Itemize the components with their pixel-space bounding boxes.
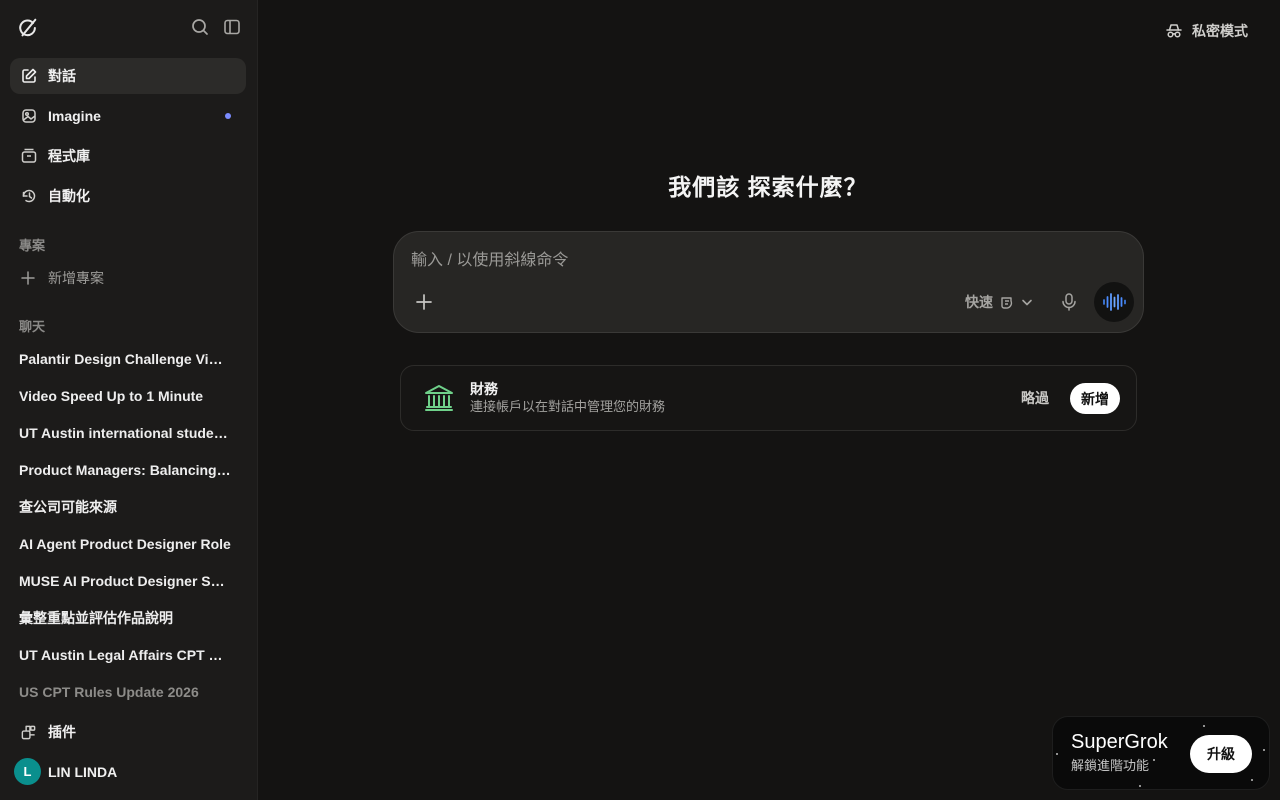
- prompt-input[interactable]: [411, 249, 1111, 273]
- nav-item-label: Imagine: [48, 108, 101, 124]
- chat-composer: 快速: [393, 231, 1144, 333]
- microphone-button[interactable]: [1060, 292, 1078, 312]
- decorative-star: [1263, 749, 1265, 751]
- chat-history-item[interactable]: Video Speed Up to 1 Minute: [10, 381, 246, 411]
- supergrok-subtitle: 解鎖進階功能: [1071, 758, 1150, 773]
- library-icon: [20, 147, 38, 165]
- incognito-icon: [1164, 21, 1184, 41]
- chevron-down-icon: [1020, 295, 1034, 309]
- upgrade-button[interactable]: 升級: [1190, 735, 1252, 773]
- chat-history-item[interactable]: 彙整重點並評估作品說明: [10, 603, 246, 633]
- image-icon: [20, 107, 38, 125]
- sidebar: 對話 Imagine 程式庫 自動化 專案 新增專案 聊天 Palantir D…: [0, 0, 258, 800]
- finance-card-description: 連接帳戶以在對話中管理您的財務: [470, 399, 666, 414]
- chat-history-item[interactable]: US CPT Rules Update 2026: [10, 677, 246, 707]
- bank-icon: [423, 382, 455, 414]
- supergrok-title: SuperGrok: [1071, 731, 1168, 753]
- add-account-button[interactable]: 新增: [1070, 383, 1120, 414]
- attach-button[interactable]: [413, 291, 435, 313]
- new-project-button[interactable]: 新增專案: [10, 265, 246, 291]
- nav-item-label: 程式庫: [48, 148, 90, 164]
- plugins-button[interactable]: 插件: [10, 719, 246, 745]
- supergrok-promo[interactable]: SuperGrok 解鎖進階功能 升級: [1052, 716, 1270, 790]
- private-mode-button[interactable]: 私密模式: [1164, 20, 1248, 42]
- chat-history-item[interactable]: AI Agent Product Designer Role: [10, 529, 246, 559]
- plus-icon: [20, 270, 36, 286]
- edit-icon: [20, 67, 38, 85]
- user-profile-button[interactable]: L LIN LINDA: [10, 757, 246, 787]
- decorative-star: [1251, 779, 1253, 781]
- new-badge-dot: [225, 113, 231, 119]
- decorative-star: [1056, 753, 1058, 755]
- private-mode-label: 私密模式: [1192, 23, 1248, 39]
- plugins-icon: [20, 724, 37, 741]
- fast-mode-icon: [999, 294, 1016, 311]
- chat-title: 查公司可能來源: [19, 499, 117, 515]
- page-headline: 我們該 探索什麼？: [668, 174, 868, 200]
- finance-connect-card: 財務 連接帳戶以在對話中管理您的財務 略過 新增: [400, 365, 1137, 431]
- nav-item-label: 自動化: [48, 188, 90, 204]
- chat-history-item[interactable]: 查公司可能來源: [10, 492, 246, 522]
- chat-title: Video Speed Up to 1 Minute: [19, 388, 204, 404]
- voice-mode-button[interactable]: [1094, 282, 1134, 322]
- model-mode-label: 快速: [965, 294, 993, 310]
- nav-item-library[interactable]: 程式庫: [10, 138, 246, 174]
- grok-logo-icon[interactable]: [17, 17, 39, 39]
- nav-item-label: 對話: [48, 68, 76, 84]
- chat-history-item[interactable]: UT Austin international student CPT: [10, 418, 246, 448]
- decorative-star: [1153, 759, 1155, 761]
- projects-section-title: 專案: [19, 238, 46, 253]
- chat-title: UT Austin Legal Affairs CPT Policy: [19, 647, 231, 663]
- chat-title: US CPT Rules Update 2026: [19, 684, 199, 700]
- chat-title: MUSE AI Product Designer Salary: [19, 573, 231, 589]
- chats-section-title: 聊天: [19, 319, 46, 334]
- sidebar-toggle-icon[interactable]: [222, 17, 242, 37]
- nav-item-chat[interactable]: 對話: [10, 58, 246, 94]
- search-icon[interactable]: [190, 17, 210, 37]
- decorative-star: [1203, 725, 1205, 727]
- finance-card-title: 財務: [470, 381, 498, 397]
- plugins-label: 插件: [48, 724, 76, 740]
- avatar: L: [14, 758, 41, 785]
- chat-title: 彙整重點並評估作品說明: [19, 610, 173, 626]
- chat-title: Palantir Design Challenge Video Speed Up: [19, 351, 231, 367]
- nav-item-automation[interactable]: 自動化: [10, 178, 246, 214]
- voice-waveform-icon: [1103, 293, 1126, 311]
- chat-history-item[interactable]: UT Austin Legal Affairs CPT Policy: [10, 640, 246, 670]
- chat-history-item[interactable]: Palantir Design Challenge Video Speed Up: [10, 344, 246, 374]
- model-mode-select[interactable]: 快速: [965, 291, 1034, 313]
- automation-icon: [20, 187, 38, 205]
- chat-history-item[interactable]: MUSE AI Product Designer Salary: [10, 566, 246, 596]
- nav-item-imagine[interactable]: Imagine: [10, 98, 246, 134]
- sidebar-header: [0, 0, 258, 56]
- chat-title: AI Agent Product Designer Role: [19, 536, 231, 552]
- user-name: LIN LINDA: [48, 764, 118, 780]
- skip-button[interactable]: 略過: [1021, 388, 1049, 408]
- decorative-star: [1139, 785, 1141, 787]
- chat-title: Product Managers: Balancing Priorities: [19, 462, 231, 478]
- app-root: 對話 Imagine 程式庫 自動化 專案 新增專案 聊天 Palantir D…: [0, 0, 1280, 800]
- new-project-label: 新增專案: [48, 270, 104, 286]
- chat-history-item[interactable]: Product Managers: Balancing Priorities: [10, 455, 246, 485]
- chat-title: UT Austin international student CPT: [19, 425, 231, 441]
